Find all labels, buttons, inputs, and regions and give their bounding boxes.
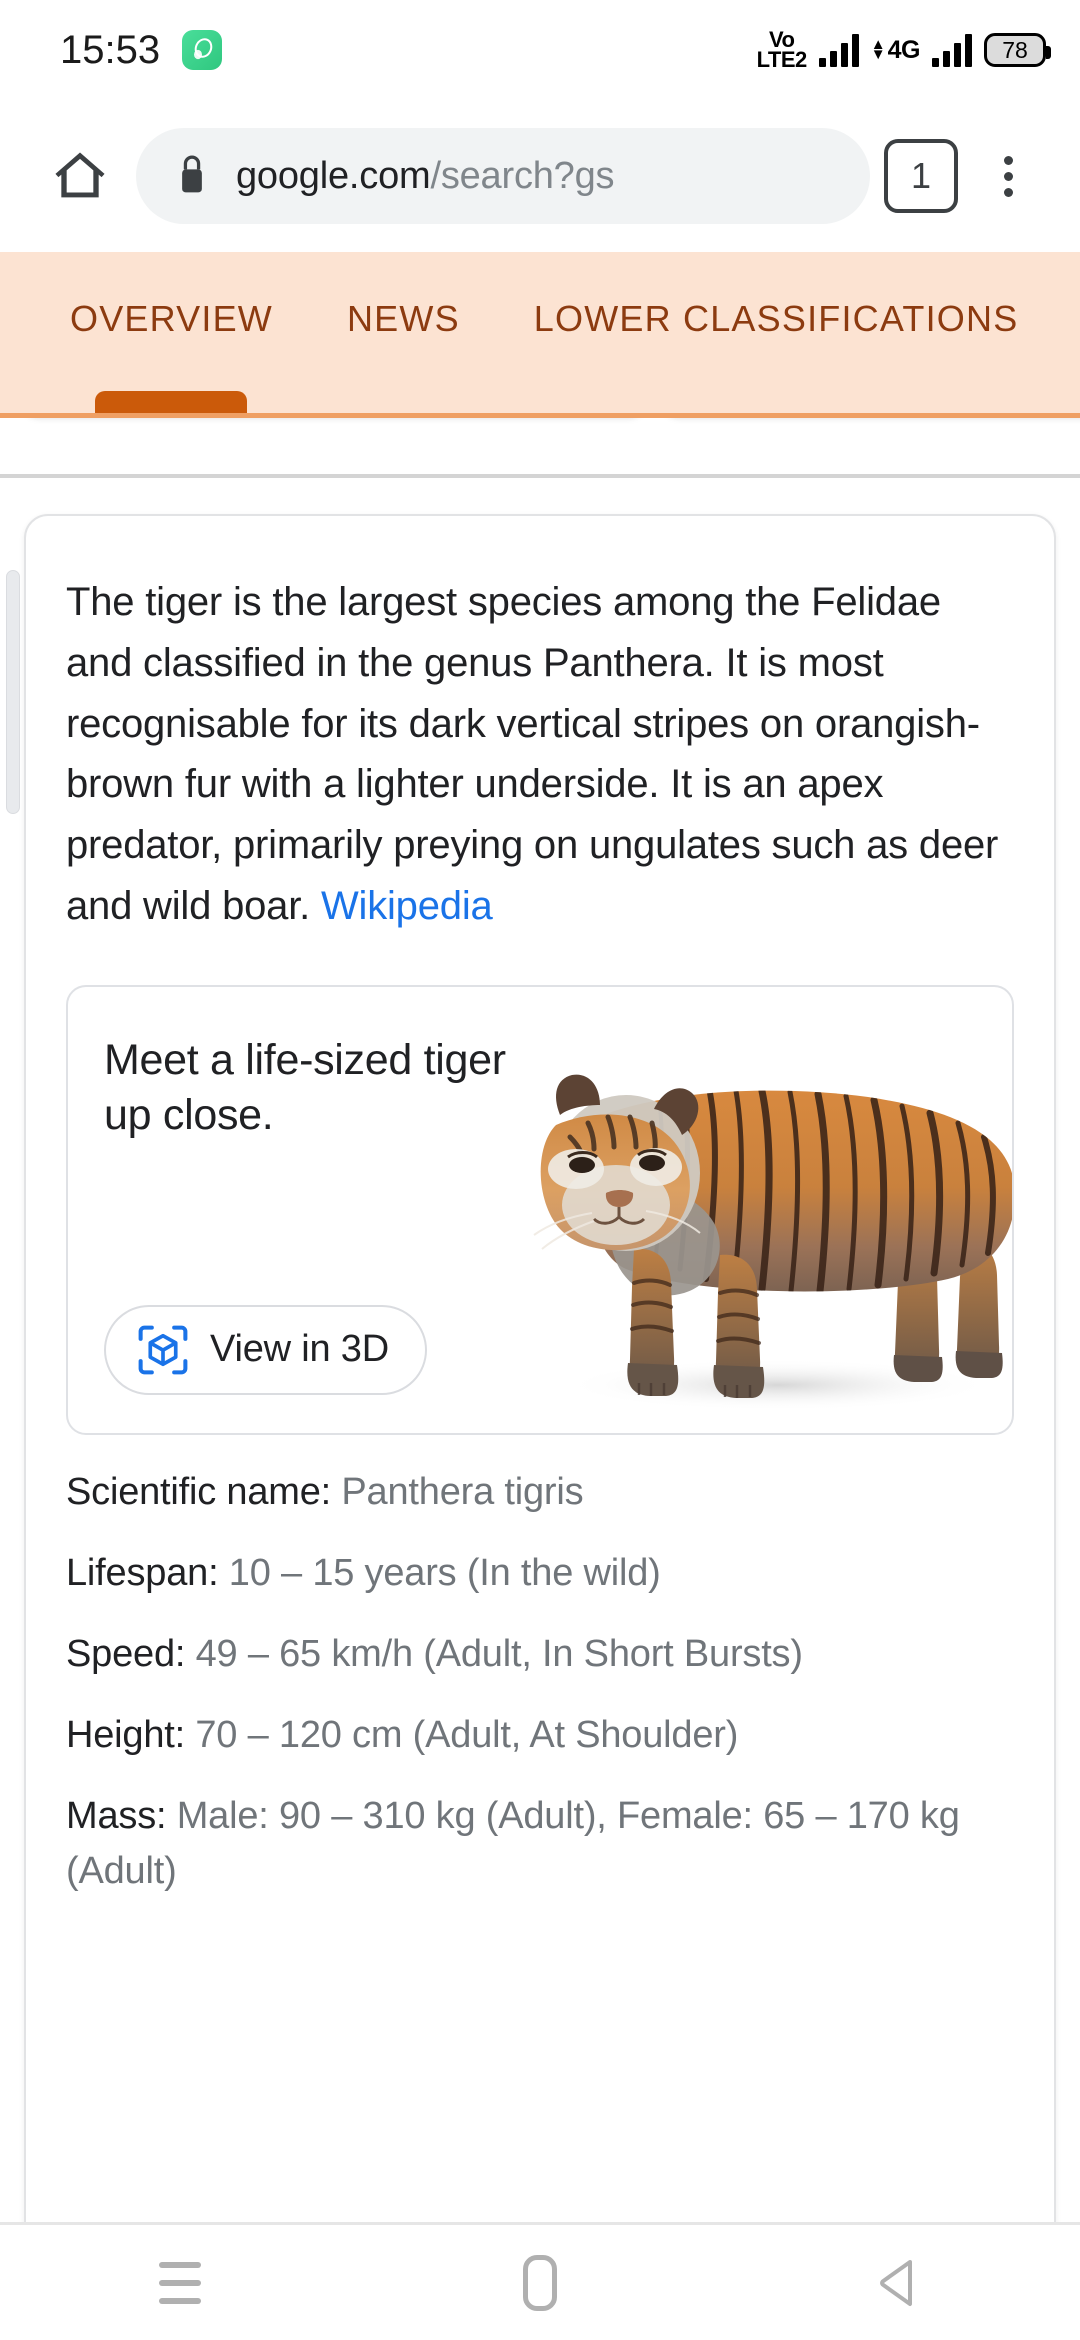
data-transfer-icon: ▲ ▼ bbox=[870, 35, 886, 63]
home-icon bbox=[55, 152, 105, 198]
fact-value: Male: 90 – 310 kg (Adult), Female: 65 – … bbox=[66, 1795, 960, 1893]
url-bar[interactable]: google.com/search?gs bbox=[136, 128, 870, 224]
battery-level-label: 78 bbox=[1002, 36, 1028, 63]
overflow-menu-icon bbox=[1003, 155, 1013, 165]
page-scrollbar[interactable] bbox=[6, 570, 20, 814]
network-type-label: 4G bbox=[887, 35, 921, 64]
facts-list: Scientific name: Panthera tigris Lifespa… bbox=[66, 1465, 1014, 1960]
fact-key: Scientific name: bbox=[66, 1470, 332, 1513]
fact-value: 70 – 120 cm (Adult, At Shoulder) bbox=[195, 1714, 739, 1757]
view-in-3d-label: View in 3D bbox=[210, 1328, 389, 1371]
knowledge-panel-card: The tiger is the largest species among t… bbox=[24, 514, 1056, 2340]
section-divider bbox=[0, 474, 1080, 478]
app-notification-icon bbox=[182, 30, 223, 70]
fact-row: Scientific name: Panthera tigris bbox=[66, 1465, 1014, 1520]
fact-key: Speed: bbox=[66, 1632, 186, 1675]
signal-strength-icon-sim2 bbox=[932, 33, 972, 67]
ar-cube-icon bbox=[138, 1325, 188, 1375]
tab-count-label: 1 bbox=[910, 155, 932, 196]
fact-key: Height: bbox=[66, 1714, 186, 1757]
tab-news[interactable]: NEWS bbox=[347, 252, 460, 413]
browser-toolbar: google.com/search?gs 1 bbox=[0, 100, 1080, 252]
volte-icon: Vo LTE2 bbox=[756, 28, 808, 72]
url-text: google.com/search?gs bbox=[236, 155, 614, 198]
home-button[interactable] bbox=[32, 128, 128, 224]
description-paragraph: The tiger is the largest species among t… bbox=[66, 572, 1014, 937]
view-in-3d-button[interactable]: View in 3D bbox=[104, 1304, 427, 1395]
system-navigation-bar bbox=[0, 2222, 1080, 2340]
tiger-3d-model[interactable] bbox=[448, 997, 1014, 1427]
network-type-indicator: ▲ ▼ 4G bbox=[870, 35, 921, 65]
wikipedia-link[interactable]: Wikipedia bbox=[321, 884, 493, 928]
back-icon bbox=[880, 2259, 912, 2306]
fact-value: 49 – 65 km/h (Adult, In Short Bursts) bbox=[195, 1632, 803, 1675]
fact-row: Speed: 49 – 65 km/h (Adult, In Short Bur… bbox=[66, 1627, 1014, 1682]
home-nav-button[interactable] bbox=[470, 2224, 610, 2340]
url-domain: google.com bbox=[236, 154, 431, 197]
fact-key: Mass: bbox=[66, 1795, 167, 1838]
tab-news-label: NEWS bbox=[346, 297, 460, 339]
tab-lower-classifications-label: LOWER CLASSIFICATIONS bbox=[533, 297, 1019, 339]
fact-row: Mass: Male: 90 – 310 kg (Adult), Female:… bbox=[66, 1789, 1014, 1899]
fact-value: 10 – 15 years (In the wild) bbox=[228, 1551, 661, 1594]
battery-icon: 78 bbox=[984, 33, 1051, 67]
tab-overview-label: OVERVIEW bbox=[70, 297, 273, 339]
tab-list: OVERVIEW NEWS LOWER CLASSIFICATIONS VIDE… bbox=[0, 252, 1080, 413]
back-button[interactable] bbox=[830, 2224, 970, 2340]
status-bar-left: 15:53 bbox=[60, 27, 223, 73]
fact-row: Lifespan: 10 – 15 years (In the wild) bbox=[66, 1546, 1014, 1601]
overflow-menu-button[interactable] bbox=[968, 131, 1048, 221]
fact-value: Panthera tigris bbox=[341, 1470, 584, 1513]
fact-key: Lifespan: bbox=[66, 1551, 219, 1594]
tab-lower-classifications[interactable]: LOWER CLASSIFICATIONS bbox=[534, 252, 1019, 413]
tab-switcher-button[interactable]: 1 bbox=[884, 139, 958, 213]
signal-strength-icon-sim1 bbox=[818, 33, 859, 67]
tab-overview[interactable]: OVERVIEW bbox=[70, 252, 273, 413]
volte-line2: LTE2 bbox=[756, 47, 808, 72]
page-content: OVERVIEW NEWS LOWER CLASSIFICATIONS VIDE… bbox=[0, 252, 1080, 2340]
url-path: /search?gs bbox=[430, 154, 615, 197]
lock-icon bbox=[182, 155, 202, 193]
status-bar-right: Vo LTE2 ▲ ▼ 4G 78 bbox=[756, 28, 1051, 72]
status-clock: 15:53 bbox=[60, 27, 161, 72]
category-tab-bar: OVERVIEW NEWS LOWER CLASSIFICATIONS VIDE… bbox=[0, 252, 1080, 418]
recents-icon bbox=[159, 2261, 201, 2304]
fact-row: Height: 70 – 120 cm (Adult, At Shoulder) bbox=[66, 1708, 1014, 1763]
phone-screen: 15:53 Vo LTE2 ▲ ▼ 4G 78 google.com/searc… bbox=[0, 0, 1080, 2340]
description-text: The tiger is the largest species among t… bbox=[66, 580, 999, 928]
recents-button[interactable] bbox=[110, 2224, 250, 2340]
home-nav-icon bbox=[523, 2254, 557, 2311]
status-bar: 15:53 Vo LTE2 ▲ ▼ 4G 78 bbox=[0, 0, 1080, 100]
ar-promo-box: Meet a life-sized tiger up close. View i… bbox=[66, 984, 1014, 1435]
